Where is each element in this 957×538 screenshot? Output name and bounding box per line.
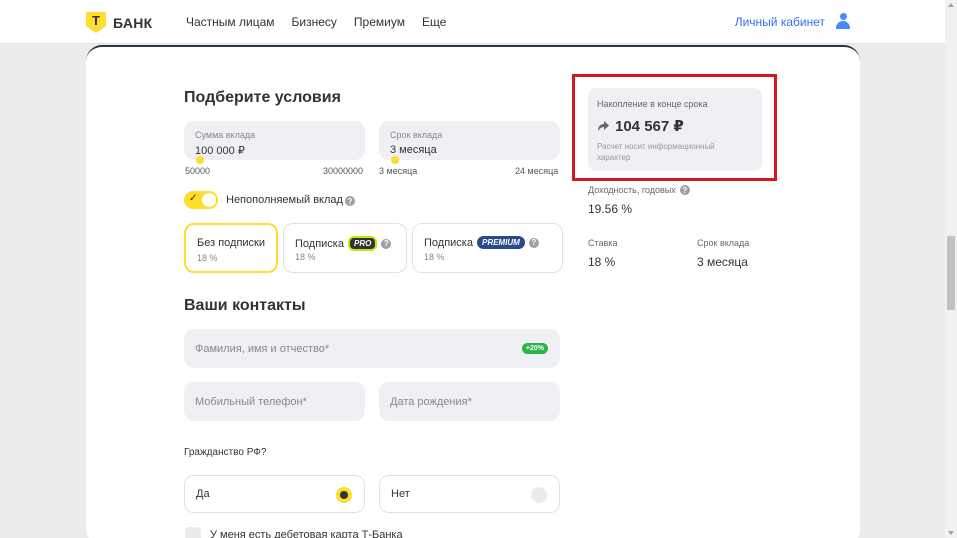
amount-field[interactable]: Сумма вклада 100 000 ₽ — [184, 121, 365, 160]
term-field[interactable]: Срок вклада 3 месяца — [379, 121, 560, 160]
subscription-premium[interactable]: Подписка PREMIUM ? 18 % — [412, 223, 563, 273]
citizenship-yes[interactable]: Да — [184, 475, 365, 513]
subscription-premium-rate: 18 % — [424, 252, 445, 262]
nav-item-private[interactable]: Частным лицам — [186, 15, 275, 29]
conditions-title: Подберите условия — [184, 89, 341, 106]
term-max: 24 месяца — [515, 166, 559, 176]
birth-date-placeholder: Дата рождения* — [390, 396, 472, 408]
yield-label-row: Доходность, годовых ? — [588, 185, 690, 195]
phone-field[interactable]: Мобильный телефон* — [184, 382, 365, 421]
scroll-down-icon[interactable] — [948, 531, 954, 535]
term-label: Срок вклада — [390, 130, 443, 140]
highlight-frame — [572, 74, 777, 181]
help-icon[interactable]: ? — [345, 196, 355, 206]
scroll-thumb[interactable] — [947, 236, 955, 310]
user-icon[interactable] — [836, 13, 850, 30]
summary-term-value: 3 месяца — [697, 255, 748, 269]
top-header: Т БАНК Частным лицам Бизнесу Премиум Еще… — [0, 0, 945, 44]
premium-badge: PREMIUM — [476, 236, 525, 249]
term-value: 3 месяца — [390, 144, 437, 156]
scroll-up-icon[interactable] — [948, 3, 954, 7]
full-name-placeholder: Фамилия, имя и отчество* — [195, 343, 330, 355]
term-slider-handle[interactable] — [391, 156, 399, 164]
rate-label: Ставка — [588, 238, 618, 248]
toggle-label: Непополняемый вклад — [226, 194, 343, 206]
subscription-pro-title: Подписка — [295, 237, 344, 250]
nav-item-business[interactable]: Бизнесу — [292, 15, 337, 29]
page-scrollbar[interactable] — [945, 0, 957, 538]
tbank-logo[interactable]: Т БАНК — [86, 12, 153, 33]
subscription-none[interactable]: Без подписки 18 % — [184, 223, 278, 273]
subscription-none-title: Без подписки — [197, 237, 266, 249]
main-nav: Частным лицам Бизнесу Премиум Еще — [186, 15, 446, 29]
amount-value: 100 000 ₽ — [195, 145, 245, 157]
phone-placeholder: Мобильный телефон* — [195, 396, 307, 408]
pro-badge: PRO — [347, 236, 378, 251]
debit-card-checkbox[interactable] — [185, 527, 201, 538]
radio-unchecked-icon[interactable] — [531, 487, 547, 503]
help-icon[interactable]: ? — [528, 237, 539, 248]
bonus-badge: +20% — [521, 343, 548, 354]
subscription-pro[interactable]: Подписка PRO ? 18 % — [283, 223, 407, 273]
nav-item-more[interactable]: Еще — [422, 15, 446, 29]
check-icon: ✓ — [189, 193, 198, 204]
amount-slider-handle[interactable] — [196, 156, 204, 164]
help-icon[interactable]: ? — [679, 185, 690, 195]
logo-shield-icon: Т — [86, 12, 106, 33]
logo-text: БАНК — [113, 14, 153, 31]
yield-value: 19.56 % — [588, 202, 633, 216]
citizenship-no[interactable]: Нет — [379, 475, 560, 513]
yield-label: Доходность, годовых — [588, 185, 676, 195]
radio-checked-icon[interactable] — [336, 487, 352, 503]
non-replenishable-toggle[interactable]: ✓ — [184, 191, 218, 209]
full-name-field[interactable]: Фамилия, имя и отчество* +20% — [184, 329, 560, 368]
personal-cabinet-link[interactable]: Личный кабинет — [735, 15, 825, 29]
contacts-title: Ваши контакты — [184, 297, 306, 314]
summary-term-label: Срок вклада — [697, 238, 750, 248]
citizenship-no-label: Нет — [391, 488, 410, 500]
subscription-pro-rate: 18 % — [295, 252, 316, 262]
citizenship-question: Гражданство РФ? — [184, 447, 267, 458]
amount-label: Сумма вклада — [195, 130, 256, 140]
amount-max: 30000000 — [323, 166, 364, 176]
subscription-premium-title: Подписка — [424, 236, 473, 249]
nav-item-premium[interactable]: Премиум — [354, 15, 405, 29]
birth-date-field[interactable]: Дата рождения* — [379, 382, 560, 421]
amount-min: 50000 — [185, 166, 211, 176]
help-icon[interactable]: ? — [381, 238, 392, 249]
term-min: 3 месяца — [379, 166, 418, 176]
subscription-none-rate: 18 % — [197, 253, 218, 263]
rate-value: 18 % — [588, 255, 616, 269]
debit-card-label: У меня есть дебетовая карта Т-Банка — [210, 529, 403, 538]
citizenship-yes-label: Да — [196, 488, 210, 500]
